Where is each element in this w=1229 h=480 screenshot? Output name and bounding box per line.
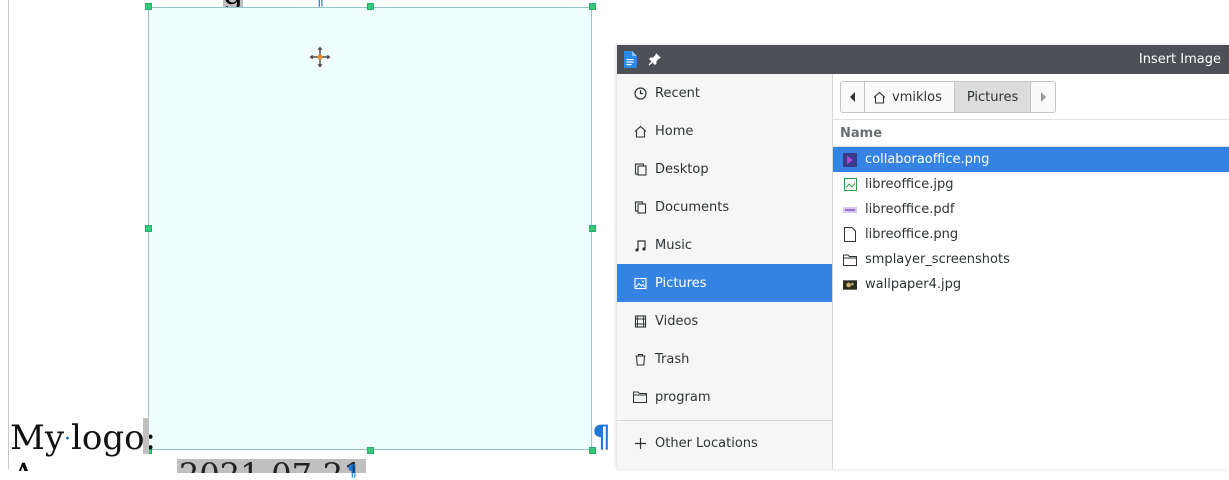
dialog-title: Insert Image [1138,52,1221,67]
sidebar-item-desktop[interactable]: Desktop [617,150,832,188]
path-back-button[interactable] [841,82,865,112]
sidebar-item-other-locations[interactable]: Other Locations [617,421,832,465]
path-button-home[interactable]: vmiklos [865,82,955,112]
videos-icon [633,314,647,328]
resize-handle-top-right[interactable] [589,3,596,10]
paragraph-mark: ¶ [592,420,612,455]
path-bar: vmiklos Pictures [840,81,1057,113]
document-app-icon [624,51,637,68]
sidebar-item-music[interactable]: Music [617,226,832,264]
sidebar-item-label: Videos [655,313,699,329]
resize-handle-bottom[interactable] [367,447,374,454]
path-home-label: vmiklos [892,89,942,105]
bottom-line-text: A [12,459,35,471]
sidebar-item-label: Trash [655,351,690,367]
insert-image-dialog: Insert Image Recent Home Desktop Documen… [617,45,1229,469]
sidebar-item-label: Pictures [655,275,707,291]
pdf-file-icon [843,203,857,217]
my-logo-text: My·logo: [10,418,156,460]
chevron-right-icon [1041,92,1047,102]
pin-icon[interactable] [648,52,662,66]
resize-handle-top-left[interactable] [145,3,152,10]
resize-handle-left[interactable] [145,225,152,232]
file-row[interactable]: wallpaper4.jpg [833,272,1229,297]
chevron-left-icon [849,92,855,102]
desktop-icon [633,162,647,176]
folder-icon [843,253,857,267]
sidebar-item-videos[interactable]: Videos [617,302,832,340]
file-name: smplayer_screenshots [865,252,1010,267]
image-anchor-field [143,418,149,454]
file-row[interactable]: collaboraoffice.png [833,147,1229,172]
sidebar-item-recent[interactable]: Recent [617,74,832,112]
column-header-name[interactable]: Name [833,119,1229,147]
resize-handle-top[interactable] [367,3,374,10]
file-name: libreoffice.png [865,227,959,242]
image-frame[interactable] [148,7,592,450]
move-cursor-icon [308,45,332,69]
pictures-icon [633,276,647,290]
sidebar-item-label: Home [655,123,694,139]
file-chooser-content: vmiklos Pictures Name collaboraoffice.pn… [833,74,1229,469]
path-forward-button[interactable] [1031,82,1055,112]
clock-icon [633,86,647,100]
home-icon [633,124,647,138]
sidebar-item-home[interactable]: Home [617,112,832,150]
file-name: libreoffice.pdf [865,202,955,217]
file-name: wallpaper4.jpg [865,277,962,292]
bottom-paragraph-mark: ¶ [347,461,358,480]
sidebar-item-documents[interactable]: Documents [617,188,832,226]
sidebar-item-trash[interactable]: Trash [617,340,832,378]
trash-icon [633,352,647,366]
file-name: libreoffice.jpg [865,177,954,192]
image-file-icon [843,178,857,192]
file-name: collaboraoffice.png [865,152,990,167]
folder-icon [633,390,647,404]
column-header-label: Name [840,126,883,141]
my-logo-word1: My [10,418,65,458]
sidebar-item-pictures[interactable]: Pictures [617,264,832,302]
sidebar-item-label: program [655,389,711,405]
documents-icon [633,200,647,214]
path-current-label: Pictures [966,89,1019,105]
space-marker: · [64,427,72,452]
file-row[interactable]: libreoffice.jpg [833,172,1229,197]
places-sidebar: Recent Home Desktop Documents Music Pict… [617,74,833,469]
sidebar-item-label: Documents [655,199,730,215]
file-list: collaboraoffice.png libreoffice.jpg libr… [833,147,1229,297]
blank-file-icon [843,227,857,242]
resize-handle-right[interactable] [589,225,596,232]
collabora-image-icon [843,152,857,167]
music-icon [633,238,647,252]
path-button-pictures[interactable]: Pictures [954,82,1032,112]
sidebar-item-program[interactable]: program [617,378,832,416]
image-thumbnail-icon [843,278,857,292]
sidebar-item-label: Desktop [655,161,709,177]
file-row[interactable]: smplayer_screenshots [833,247,1229,272]
sidebar-item-label: Other Locations [655,435,758,451]
dialog-titlebar[interactable]: Insert Image [617,45,1229,74]
file-row[interactable]: libreoffice.png [833,222,1229,247]
date-field: 2021-07-21 [177,459,366,473]
file-row[interactable]: libreoffice.pdf [833,197,1229,222]
document-left-margin [8,0,9,469]
home-icon [873,91,886,104]
sidebar-item-label: Recent [655,85,700,101]
plus-icon [633,436,647,450]
sidebar-item-label: Music [655,237,692,253]
